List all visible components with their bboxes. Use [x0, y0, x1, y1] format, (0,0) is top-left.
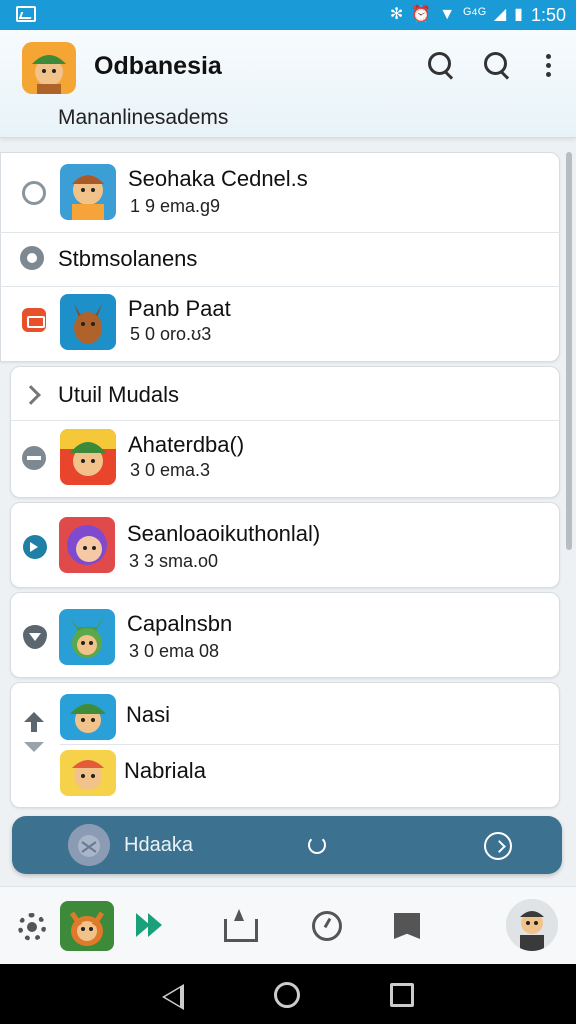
status-time: 1:50 — [530, 4, 566, 25]
divider — [10, 420, 560, 421]
divider — [0, 286, 560, 287]
item-subtitle: 3 0 ema 08 — [129, 641, 220, 661]
share-icon[interactable] — [224, 909, 258, 942]
alarm-icon: ⏰ — [411, 6, 432, 23]
player-avatar — [68, 824, 110, 866]
bluetooth-icon: ✻ — [389, 6, 404, 23]
ring-icon — [22, 181, 46, 205]
bottom-navigation — [0, 886, 576, 964]
gear-badge-icon — [20, 246, 44, 270]
status-bar: ✻ ⏰ ▼ ᴳ⁴ᴳ ◢ ▮ 1:50 — [0, 0, 576, 30]
red-badge-icon — [22, 308, 46, 332]
item-title: Capalnsbn — [127, 611, 233, 636]
fast-forward-icon[interactable] — [134, 913, 170, 949]
search-icon[interactable] — [424, 48, 458, 82]
app-title: Odbanesia — [94, 52, 222, 80]
list-item-card[interactable]: Seanloaoikuthonlal) 3 3 sma.o0 — [10, 502, 560, 588]
replay-icon[interactable] — [308, 836, 326, 854]
item-title: Seanloaoikuthonlal) — [127, 521, 321, 546]
settings-gear-icon[interactable] — [18, 913, 46, 941]
item-subtitle: 1 9 ema.g9 — [130, 196, 221, 216]
main-list: Seohaka Cednel.s 1 9 ema.g9 Stbmsolanens… — [0, 138, 576, 886]
avatar — [60, 429, 116, 485]
system-navigation-bar — [0, 964, 576, 1024]
app-avatar-button[interactable] — [60, 901, 114, 951]
item-title: Nasi — [126, 702, 171, 727]
mini-player[interactable]: Hdaaka — [12, 816, 562, 874]
scrollbar[interactable] — [566, 152, 572, 550]
more-options-icon[interactable] — [531, 48, 565, 82]
shield-icon — [23, 625, 47, 649]
item-title: Panb Paat — [128, 296, 231, 321]
network-type-icon: ᴳ⁴ᴳ — [463, 6, 486, 23]
arrow-down-icon — [22, 738, 46, 754]
item-title: Ahaterdba() — [128, 432, 245, 457]
divider — [0, 232, 560, 233]
item-subtitle: 3 0 ema.3 — [130, 460, 211, 480]
battery-icon: ▮ — [514, 6, 523, 23]
next-icon[interactable] — [484, 832, 512, 860]
app-bar: Odbanesia Mananlinesadems — [0, 30, 576, 138]
player-title: Hdaaka — [124, 834, 193, 856]
avatar — [60, 164, 116, 220]
avatar — [59, 517, 115, 573]
wifi-icon: ▼ — [439, 6, 456, 23]
app-subtitle: Mananlinesadems — [58, 106, 229, 129]
list-item-card[interactable]: Capalnsbn 3 0 ema 08 — [10, 592, 560, 678]
divider — [60, 744, 560, 745]
avatar — [60, 750, 116, 796]
back-icon[interactable] — [162, 984, 184, 1010]
avatar — [59, 609, 115, 665]
signal-icon: ◢ — [493, 6, 507, 23]
item-title: Nabriala — [124, 758, 206, 783]
item-title: Seohaka Cednel.s — [128, 166, 308, 191]
item-subtitle: 5 0 oro.ʊ3 — [130, 324, 212, 344]
item-subtitle: 3 3 sma.o0 — [129, 551, 219, 571]
recents-icon[interactable] — [390, 983, 414, 1007]
section-title: Utuil Mudals — [58, 382, 180, 407]
minus-icon — [22, 446, 46, 470]
home-icon[interactable] — [274, 982, 300, 1008]
section-title: Stbmsolanens — [58, 246, 198, 271]
avatar — [60, 294, 116, 350]
search-icon[interactable] — [480, 48, 514, 82]
timer-icon[interactable] — [312, 911, 342, 941]
app-logo — [22, 42, 76, 94]
play-badge-icon — [23, 535, 47, 559]
profile-avatar[interactable] — [506, 899, 558, 951]
avatar — [60, 694, 116, 740]
bookmark-icon[interactable] — [394, 913, 420, 939]
image-notification-icon — [16, 6, 36, 22]
arrow-up-icon — [22, 710, 46, 734]
